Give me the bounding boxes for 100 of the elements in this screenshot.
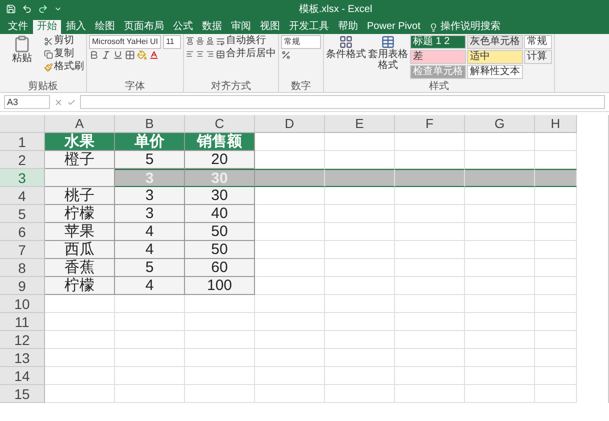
cell-style[interactable]: 解释性文本 xyxy=(466,65,523,79)
table-cell xyxy=(255,367,325,385)
row-header[interactable]: 11 xyxy=(0,313,45,331)
row-header[interactable]: 5 xyxy=(0,205,45,223)
align-bottom-icon[interactable] xyxy=(206,37,214,45)
wrap-text-button[interactable]: 自动换行 xyxy=(216,35,266,47)
table-cell xyxy=(395,295,465,313)
ribbon-tab[interactable]: 插入 xyxy=(62,20,90,34)
row-header[interactable]: 14 xyxy=(0,367,45,385)
table-cell xyxy=(255,277,325,295)
table-cell xyxy=(535,223,577,241)
check-icon[interactable] xyxy=(67,98,76,106)
redo-icon[interactable] xyxy=(38,4,48,14)
table-cell xyxy=(185,331,255,349)
ribbon-tab[interactable]: 开始 xyxy=(33,20,61,34)
column-header[interactable]: G xyxy=(465,115,535,133)
row-header[interactable]: 6 xyxy=(0,223,45,241)
ribbon-tab[interactable]: 帮助 xyxy=(334,20,362,34)
number-format-field[interactable]: 常规 xyxy=(280,35,321,49)
row-header[interactable]: 3 xyxy=(0,169,45,187)
cell-style[interactable]: 适中 xyxy=(466,50,523,64)
cell-style[interactable]: 差 xyxy=(410,50,466,64)
ribbon-tab[interactable]: 文件 xyxy=(4,20,32,34)
column-header[interactable]: A xyxy=(45,115,115,133)
cut-button[interactable]: 剪切 xyxy=(44,35,84,47)
paste-button[interactable]: 粘贴 xyxy=(2,35,42,81)
border-icon[interactable] xyxy=(125,50,135,60)
cell-style[interactable]: 计算 xyxy=(524,50,552,64)
cancel-icon[interactable] xyxy=(54,98,63,106)
column-header[interactable]: D xyxy=(255,115,325,133)
ribbon-tab[interactable]: 审阅 xyxy=(227,20,255,34)
bold-icon[interactable] xyxy=(89,50,99,60)
name-box[interactable]: A3 xyxy=(4,95,50,109)
group-label: 对齐方式 xyxy=(210,81,251,92)
row-header[interactable]: 9 xyxy=(0,277,45,295)
table-cell xyxy=(395,367,465,385)
align-right-icon[interactable] xyxy=(206,50,214,58)
align-middle-icon[interactable] xyxy=(196,37,204,45)
row-header[interactable]: 4 xyxy=(0,187,45,205)
row-header[interactable]: 13 xyxy=(0,349,45,367)
table-cell: 3 xyxy=(115,205,185,223)
save-icon[interactable] xyxy=(6,4,16,14)
table-format-button[interactable]: 套用表格格式 xyxy=(368,35,408,81)
column-header[interactable]: F xyxy=(395,115,465,133)
table-cell xyxy=(535,277,577,295)
column-header[interactable]: H xyxy=(535,115,577,133)
format-painter-button[interactable]: 格式刷 xyxy=(44,61,84,73)
ribbon-tab[interactable]: 数据 xyxy=(198,20,226,34)
table-cell xyxy=(465,277,535,295)
align-top-icon[interactable] xyxy=(186,37,194,45)
align-left-icon[interactable] xyxy=(186,50,194,58)
paintbrush-icon xyxy=(44,62,53,72)
ribbon-tab[interactable]: 公式 xyxy=(169,20,197,34)
font-color-icon[interactable] xyxy=(149,50,159,60)
cell-style[interactable]: 标题 1 2 xyxy=(410,35,466,49)
table-cell xyxy=(465,205,535,223)
formula-input[interactable] xyxy=(80,95,605,109)
font-name-field[interactable]: Microsoft YaHei UI xyxy=(89,35,161,49)
table-cell: 橙子 xyxy=(45,151,115,169)
search-field[interactable]: 操作说明搜索 xyxy=(425,20,504,34)
ribbon-tab[interactable]: 开发工具 xyxy=(285,20,333,34)
row-header[interactable]: 7 xyxy=(0,241,45,259)
table-cell: 100 xyxy=(185,277,255,295)
table-cell xyxy=(255,385,325,403)
column-header[interactable]: B xyxy=(115,115,185,133)
table-cell xyxy=(325,241,395,259)
ribbon-tab[interactable]: 页面布局 xyxy=(120,20,168,34)
table-cell xyxy=(185,313,255,331)
table-cell xyxy=(185,385,255,403)
row-header[interactable]: 12 xyxy=(0,331,45,349)
column-header[interactable]: E xyxy=(325,115,395,133)
table-cell xyxy=(325,187,395,205)
table-icon xyxy=(380,35,395,49)
ribbon-tab[interactable]: Power Pivot xyxy=(363,20,424,34)
italic-icon[interactable] xyxy=(101,50,111,60)
row-header[interactable]: 8 xyxy=(0,259,45,277)
merge-center-button[interactable]: 合并后居中 xyxy=(216,48,276,60)
table-cell xyxy=(325,367,395,385)
align-center-icon[interactable] xyxy=(196,50,204,58)
underline-icon[interactable] xyxy=(113,50,123,60)
row-header[interactable]: 10 xyxy=(0,295,45,313)
table-cell xyxy=(185,295,255,313)
row-header[interactable]: 15 xyxy=(0,385,45,403)
percent-icon[interactable] xyxy=(280,50,291,60)
fill-color-icon[interactable] xyxy=(137,50,147,60)
table-cell xyxy=(395,349,465,367)
cell-style[interactable]: 灰色单元格 xyxy=(466,35,523,49)
font-size-field[interactable]: 11 xyxy=(162,35,181,49)
undo-icon[interactable] xyxy=(22,4,32,14)
chevron-down-icon[interactable] xyxy=(54,5,62,13)
ribbon-tab[interactable]: 绘图 xyxy=(91,20,119,34)
cell-style[interactable]: 常规 xyxy=(524,35,552,49)
table-cell xyxy=(395,223,465,241)
table-cell xyxy=(465,241,535,259)
copy-button[interactable]: 复制 xyxy=(44,48,84,60)
row-header[interactable]: 1 xyxy=(0,133,45,151)
column-header[interactable]: C xyxy=(185,115,255,133)
conditional-format-button[interactable]: 条件格式 xyxy=(326,35,366,81)
row-header[interactable]: 2 xyxy=(0,151,45,169)
ribbon-tab[interactable]: 视图 xyxy=(256,20,284,34)
